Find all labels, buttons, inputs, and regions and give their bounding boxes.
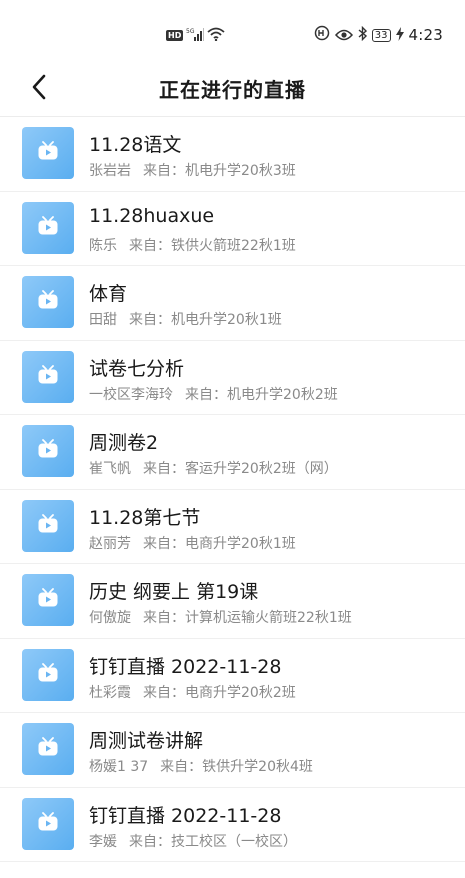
- from-label: 来自：: [143, 684, 185, 701]
- live-title: 历史 纲要上 第19课: [89, 581, 259, 603]
- tv-icon: [37, 364, 59, 389]
- live-title: 11.28huaxue: [89, 204, 215, 227]
- live-item[interactable]: 钉钉直播 2022-11-28 杜彩霞 来自：电商升学20秋2班: [0, 639, 465, 713]
- live-title: 11.28第七节: [89, 506, 201, 529]
- live-item[interactable]: 体育 田甜 来自：机电升学20秋1班: [0, 266, 465, 341]
- live-title: 试卷七分析: [89, 357, 185, 380]
- live-thumbnail: [22, 648, 74, 701]
- live-thumbnail: [22, 350, 74, 403]
- live-meta: 崔飞帆 来自：客运升学20秋2班（网）: [89, 458, 338, 478]
- teacher-name: 何傲旋: [89, 610, 131, 626]
- teacher-name: 张岩岩: [89, 163, 131, 179]
- live-meta: 赵丽芳 来自：电商升学20秋1班: [89, 533, 296, 553]
- status-right-group: 33 4:23: [314, 25, 443, 45]
- live-meta: 何傲旋 来自：计算机运输火箭班22秋1班: [89, 607, 352, 627]
- live-meta: 李媛 来自：技工校区（一校区）: [89, 831, 297, 851]
- live-thumbnail: [22, 574, 74, 626]
- live-title: 周测卷2: [89, 432, 159, 454]
- live-thumbnail: [22, 201, 74, 254]
- live-title: 11.28语文: [89, 134, 182, 156]
- from-label: 来自：: [143, 535, 185, 552]
- live-item[interactable]: 历史 纲要上 第19课 何傲旋 来自：计算机运输火箭班22秋1班: [0, 564, 465, 639]
- teacher-name: 一校区李海玲: [89, 386, 173, 403]
- from-label: 来自：: [143, 610, 185, 626]
- live-meta: 一校区李海玲 来自：机电升学20秋2班: [89, 384, 338, 404]
- class-name: 机电升学20秋3班: [185, 163, 296, 179]
- from-label: 来自：: [160, 759, 203, 775]
- class-name: 计算机运输火箭班22秋1班: [185, 610, 352, 626]
- hd-call-icon: [314, 25, 330, 45]
- hd-badge: HD: [166, 29, 184, 41]
- live-title: 钉钉直播 2022-11-28: [89, 655, 282, 678]
- from-label: 来自：: [143, 163, 185, 179]
- class-name: 客运升学20秋2班（网）: [185, 461, 338, 477]
- teacher-name: 崔飞帆: [89, 461, 131, 477]
- eye-icon: [334, 26, 353, 45]
- status-bar: HD 5G 33 4:23: [0, 0, 465, 62]
- live-item[interactable]: 钉钉直播 2022-11-28 李媛 来自：技工校区（一校区）: [0, 788, 465, 862]
- teacher-name: 杨媛1 37: [89, 759, 149, 775]
- live-thumbnail: [22, 425, 74, 477]
- wifi-icon: [207, 26, 225, 45]
- tv-icon: [37, 215, 59, 240]
- signal-icon: 5G: [186, 26, 205, 45]
- status-left-group: HD 5G: [166, 25, 225, 45]
- live-meta: 杜彩霞 来自：电商升学20秋2班: [89, 682, 296, 702]
- bluetooth-icon: [358, 25, 367, 45]
- class-name: 电商升学20秋1班: [185, 535, 296, 552]
- class-name: 铁供升学20秋4班: [202, 759, 313, 775]
- live-thumbnail: [22, 276, 74, 328]
- from-label: 来自：: [129, 312, 171, 328]
- tv-icon: [37, 439, 59, 463]
- class-name: 技工校区（一校区）: [171, 833, 297, 850]
- live-thumbnail: [22, 499, 74, 552]
- page-title: 正在进行的直播: [159, 78, 306, 102]
- class-name: 机电升学20秋1班: [171, 312, 282, 328]
- status-time: 4:23: [408, 26, 443, 44]
- class-name: 铁供火箭班22秋1班: [171, 237, 296, 254]
- tv-icon: [37, 811, 59, 836]
- live-thumbnail: [22, 127, 74, 179]
- tv-icon: [37, 662, 59, 687]
- app-header: 正在进行的直播: [0, 62, 465, 117]
- live-meta: 陈乐 来自：铁供火箭班22秋1班: [89, 235, 296, 255]
- live-thumbnail: [22, 723, 74, 775]
- charging-icon: [395, 26, 404, 45]
- teacher-name: 李媛: [89, 833, 117, 850]
- live-title: 体育: [89, 283, 128, 305]
- live-meta: 田甜 来自：机电升学20秋1班: [89, 309, 282, 329]
- tv-icon: [37, 290, 59, 314]
- live-title: 钉钉直播 2022-11-28: [89, 804, 282, 827]
- live-title: 周测试卷讲解: [89, 730, 204, 752]
- tv-icon: [37, 588, 59, 612]
- live-item[interactable]: 11.28huaxue 陈乐 来自：铁供火箭班22秋1班: [0, 192, 465, 266]
- teacher-name: 陈乐: [89, 237, 117, 254]
- live-item[interactable]: 周测卷2 崔飞帆 来自：客运升学20秋2班（网）: [0, 415, 465, 490]
- tv-icon: [37, 737, 59, 761]
- live-meta: 杨媛1 37 来自：铁供升学20秋4班: [89, 756, 313, 776]
- live-list: 11.28语文 张岩岩 来自：机电升学20秋3班 11.28huaxue 陈乐 来自…: [0, 117, 465, 862]
- teacher-name: 杜彩霞: [89, 684, 131, 701]
- teacher-name: 田甜: [89, 312, 117, 328]
- class-name: 电商升学20秋2班: [185, 684, 296, 701]
- live-item[interactable]: 11.28语文 张岩岩 来自：机电升学20秋3班: [0, 117, 465, 192]
- live-item[interactable]: 周测试卷讲解 杨媛1 37 来自：铁供升学20秋4班: [0, 713, 465, 788]
- from-label: 来自：: [143, 461, 185, 477]
- from-label: 来自：: [185, 386, 227, 403]
- live-meta: 张岩岩 来自：机电升学20秋3班: [89, 160, 296, 180]
- from-label: 来自：: [129, 833, 171, 850]
- live-item[interactable]: 11.28第七节 赵丽芳 来自：电商升学20秋1班: [0, 490, 465, 564]
- tv-icon: [37, 513, 59, 538]
- live-thumbnail: [22, 797, 74, 850]
- battery-icon: 33: [371, 28, 391, 42]
- live-item[interactable]: 试卷七分析 一校区李海玲 来自：机电升学20秋2班: [0, 341, 465, 415]
- class-name: 机电升学20秋2班: [227, 386, 338, 403]
- teacher-name: 赵丽芳: [89, 535, 131, 552]
- tv-icon: [37, 141, 59, 165]
- svg-text:5G: 5G: [186, 28, 195, 35]
- from-label: 来自：: [129, 237, 171, 254]
